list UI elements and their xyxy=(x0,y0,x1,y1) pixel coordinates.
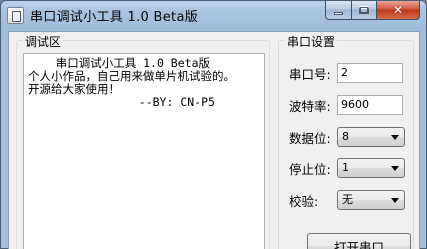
baud-input[interactable]: 9600 xyxy=(337,95,403,115)
baud-row: 波特率: 9600 xyxy=(289,95,403,115)
stop-bits-select[interactable]: 1 xyxy=(337,158,405,178)
app-icon[interactable] xyxy=(7,7,24,24)
maximize-button[interactable] xyxy=(351,1,376,20)
serial-settings-label: 串口设置 xyxy=(285,33,338,50)
client-area: 调试区 串口调试小工具 1.0 Beta版 个人小作品，自己用来做单片机试验的。开… xyxy=(8,31,420,249)
data-bits-row: 数据位: 8 xyxy=(289,127,405,147)
minimize-button[interactable] xyxy=(325,1,351,20)
parity-row: 校验: 无 xyxy=(289,190,405,210)
debug-group-label: 调试区 xyxy=(23,33,64,50)
maximize-icon xyxy=(359,6,369,14)
window-title: 串口调试小工具 1.0 Beta版 xyxy=(30,10,199,25)
stop-bits-label: 停止位: xyxy=(289,161,331,177)
minimize-icon xyxy=(334,11,343,15)
chevron-down-icon xyxy=(391,198,399,203)
chevron-down-icon xyxy=(391,166,399,171)
open-port-button[interactable]: 打开串口 xyxy=(307,233,411,249)
debug-group: 调试区 串口调试小工具 1.0 Beta版 个人小作品，自己用来做单片机试验的。开… xyxy=(16,33,270,249)
caption-buttons: ✕ xyxy=(325,1,420,20)
data-bits-select[interactable]: 8 xyxy=(337,127,405,147)
title-bar[interactable]: 串口调试小工具 1.0 Beta版 ✕ xyxy=(1,1,426,31)
stop-bits-value: 1 xyxy=(342,161,349,174)
chevron-down-icon xyxy=(391,135,399,140)
data-bits-label: 数据位: xyxy=(289,130,331,146)
serial-settings-group: 串口设置 串口号: 2 波特率: 9600 数据位: 8 停止位: 1 校验: … xyxy=(278,33,414,249)
baud-label: 波特率: xyxy=(289,98,331,114)
data-bits-value: 8 xyxy=(342,130,349,143)
parity-select[interactable]: 无 xyxy=(337,190,405,210)
parity-label: 校验: xyxy=(289,193,319,209)
port-input[interactable]: 2 xyxy=(337,63,403,83)
parity-value: 无 xyxy=(342,193,353,206)
close-icon: ✕ xyxy=(392,3,404,17)
close-button[interactable]: ✕ xyxy=(376,1,420,20)
port-row: 串口号: 2 xyxy=(289,63,403,83)
stop-bits-row: 停止位: 1 xyxy=(289,158,405,178)
main-window: 串口调试小工具 1.0 Beta版 ✕ 调试区 串口调试小工具 1.0 Beta… xyxy=(0,0,427,249)
port-label: 串口号: xyxy=(289,66,331,82)
debug-textarea[interactable]: 串口调试小工具 1.0 Beta版 个人小作品，自己用来做单片机试验的。 开源给大家… xyxy=(23,53,265,249)
debug-line: --BY: CN-P5 xyxy=(28,95,215,109)
